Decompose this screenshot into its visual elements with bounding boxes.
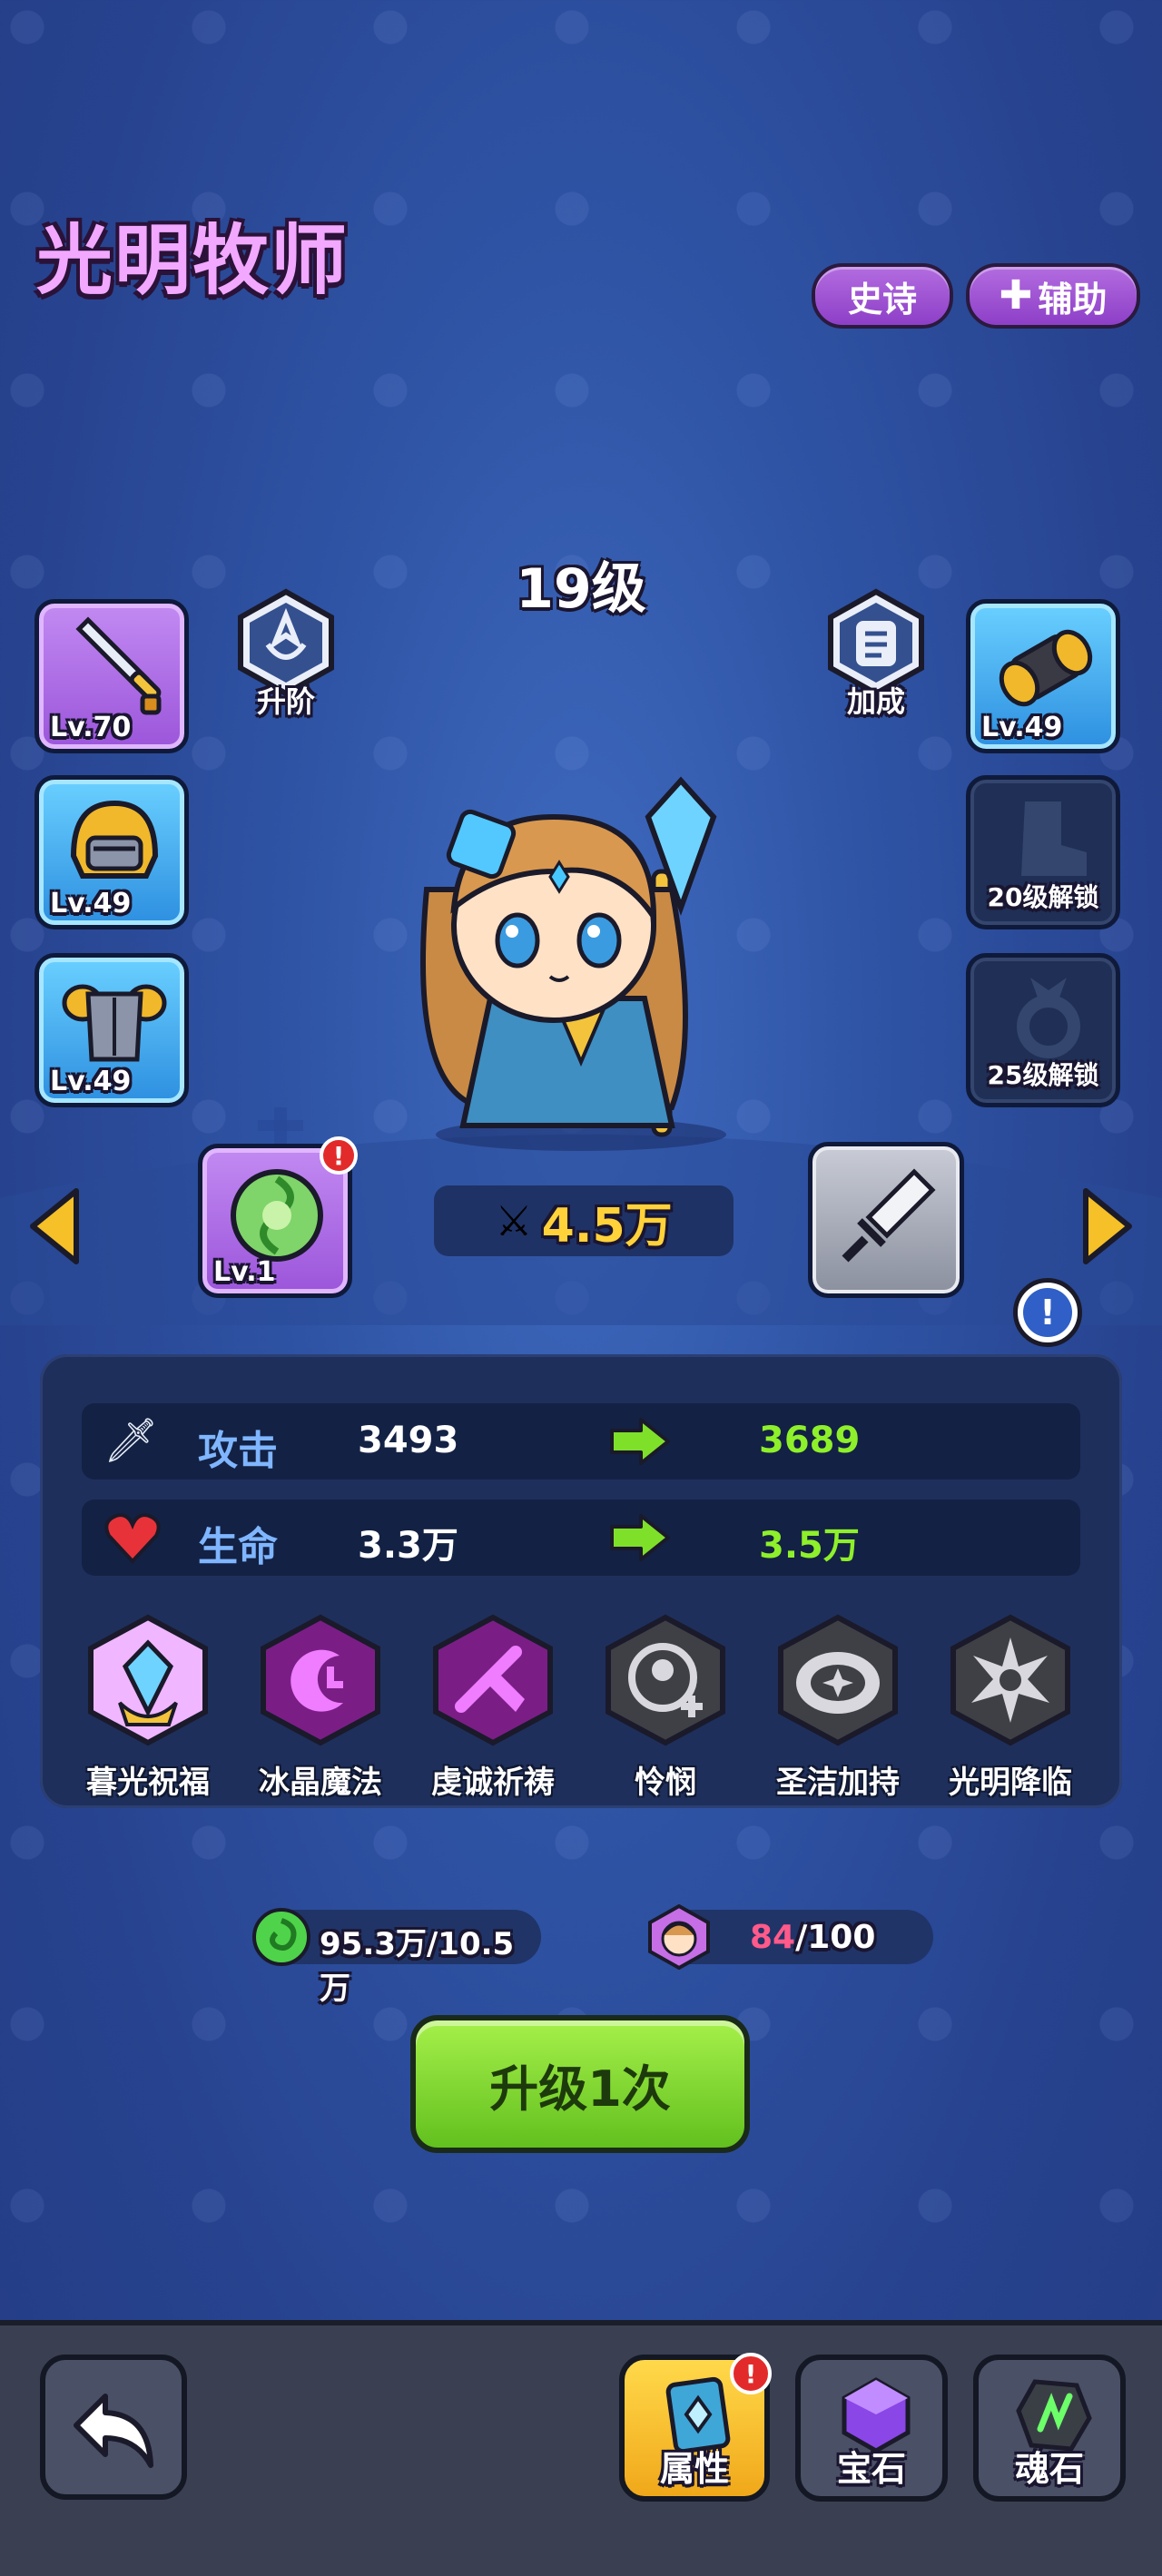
arrow-right-icon	[610, 1418, 670, 1465]
info-button[interactable]: !	[1013, 1278, 1082, 1347]
boot-icon	[1021, 801, 1087, 876]
green-swirl-icon	[252, 1908, 310, 1966]
shard-count: 84/100	[750, 1919, 875, 1956]
tab-label: 宝石	[836, 2449, 906, 2489]
crossed-swords-icon: ⚔	[495, 1196, 533, 1245]
pet-level: Lv.1	[213, 1256, 276, 1288]
skill-name: 圣洁加持	[776, 1765, 900, 1801]
skill-slot[interactable]: 怜悯	[597, 1612, 734, 1802]
green-orb-icon	[231, 1169, 323, 1262]
tab-soulstones[interactable]: 魂石	[973, 2355, 1126, 2502]
rarity-badge[interactable]: 史诗	[812, 263, 953, 329]
crystal-sword-icon	[842, 1168, 936, 1263]
essence-amount: 95.3万/10.5万	[320, 1926, 515, 2007]
skill-slot[interactable]: 光明降临	[942, 1612, 1078, 1802]
stat-row-attack: 🗡 攻击 3493 3689	[82, 1403, 1080, 1480]
bonus-button[interactable]: 加成	[817, 588, 935, 724]
skill-name: 暮光祝福	[86, 1765, 210, 1801]
heart-icon	[104, 1513, 161, 1564]
pray-icon	[433, 1614, 553, 1746]
skill-slot[interactable]: 虔诚祈祷	[425, 1612, 561, 1802]
stat-next: 3689	[759, 1420, 861, 1461]
hero-character	[420, 776, 726, 1151]
skill-name: 虔诚祈祷	[431, 1765, 555, 1801]
stat-label: 生命	[198, 1524, 278, 1570]
skill-slot[interactable]: 暮光祝福	[80, 1612, 216, 1802]
helmet-icon	[70, 800, 159, 879]
bracer-icon	[999, 629, 1093, 707]
sword-icon: 🗡	[103, 1415, 159, 1466]
skill-slot[interactable]: 冰晶魔法	[252, 1612, 389, 1802]
prev-hero-arrow-icon[interactable]	[27, 1185, 82, 1267]
burst-icon	[950, 1614, 1070, 1746]
role-label: 辅助	[1038, 279, 1108, 320]
holy-icon	[778, 1614, 898, 1746]
bonus-label: 加成	[846, 684, 905, 719]
tab-label: 魂石	[1014, 2449, 1084, 2489]
equip-slot-bracer[interactable]: Lv.49	[966, 599, 1120, 753]
equip-level: Lv.49	[981, 712, 1063, 743]
artifact-slot[interactable]	[808, 1142, 964, 1298]
skill-slot[interactable]: 圣洁加持	[770, 1612, 906, 1802]
unlock-hint: 20级解锁	[987, 882, 1099, 912]
rarity-label: 史诗	[847, 279, 917, 320]
arrow-right-icon	[610, 1514, 670, 1561]
equip-slot-weapon[interactable]: Lv.70	[34, 599, 189, 753]
essence-resource: 95.3万/10.5万	[252, 1908, 541, 2007]
ring-icon	[1017, 978, 1080, 1058]
stat-current: 3493	[358, 1420, 459, 1461]
stat-row-health: 生命 3.3万 3.5万	[82, 1499, 1080, 1576]
stat-label: 攻击	[198, 1428, 278, 1474]
plus-icon: ✚	[999, 272, 1033, 319]
crescent-icon	[261, 1614, 380, 1746]
tab-label: 属性	[659, 2449, 729, 2489]
next-hero-arrow-icon[interactable]	[1080, 1185, 1135, 1267]
stat-current: 3.3万	[358, 1525, 458, 1567]
shards-need: /100	[795, 1919, 876, 1956]
heal-icon	[606, 1614, 725, 1746]
role-badge[interactable]: ✚ 辅助	[966, 263, 1140, 329]
info-icon: !	[1023, 1288, 1072, 1337]
equip-slot-helmet[interactable]: Lv.49	[34, 775, 189, 929]
upgrade-label: 升级1次	[489, 2060, 671, 2118]
ascend-label: 升阶	[256, 684, 315, 719]
hero-level: 19级	[516, 557, 646, 621]
power-value: 4.5万	[541, 1198, 673, 1254]
skill-name: 怜悯	[635, 1765, 696, 1801]
ascend-button[interactable]: 升阶	[227, 588, 345, 724]
power-display: ⚔ 4.5万	[434, 1185, 734, 1256]
hero-portrait-icon	[648, 1904, 710, 1970]
skill-name: 冰晶魔法	[259, 1765, 382, 1801]
skill-name: 光明降临	[949, 1765, 1072, 1801]
upgrade-button[interactable]: 升级1次	[410, 2015, 750, 2153]
attributes-alert-badge: !	[730, 2353, 772, 2394]
shards-have: 84	[750, 1919, 796, 1956]
equip-level: Lv.49	[50, 888, 132, 919]
tab-gems[interactable]: 宝石	[795, 2355, 948, 2502]
back-button[interactable]	[40, 2355, 187, 2500]
stat-next: 3.5万	[759, 1525, 860, 1567]
equip-level: Lv.70	[50, 712, 132, 743]
pet-alert-badge: !	[320, 1136, 358, 1175]
hero-name: 光明牧师	[36, 216, 350, 305]
equip-slot-boots-locked[interactable]: 20级解锁	[966, 775, 1120, 929]
back-arrow-icon	[74, 2394, 153, 2468]
sword-icon	[75, 616, 162, 715]
shield-crystal-icon	[88, 1614, 208, 1746]
hero-shard-resource: 84/100	[648, 1904, 933, 1970]
